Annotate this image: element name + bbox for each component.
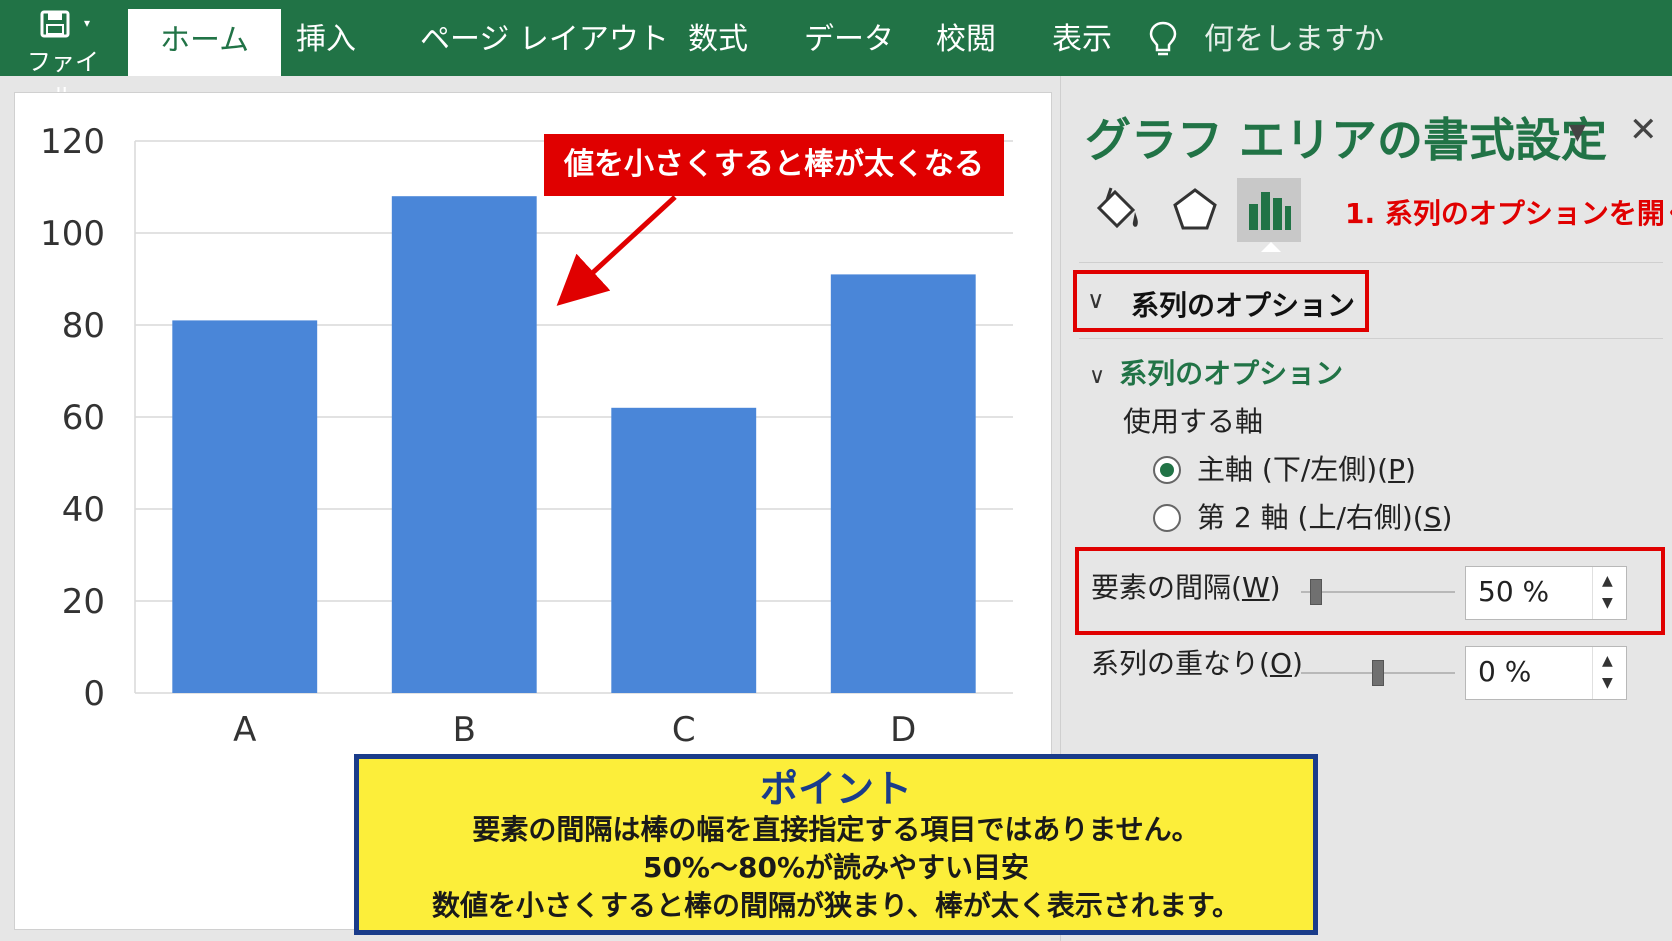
series-options-section-header[interactable]: ∨ 系列のオプション	[1073, 270, 1369, 332]
spin-up-icon[interactable]: ▲	[1602, 573, 1613, 589]
tab-formulas[interactable]: 数式	[688, 0, 748, 76]
gap-width-value[interactable]: 50 %	[1478, 575, 1549, 608]
overlap-value[interactable]: 0 %	[1478, 655, 1531, 688]
ribbon: ▾ ファイル ホーム 挿入 ページ レイアウト 数式 データ 校閲 表示 何をし…	[0, 0, 1672, 111]
bar	[611, 407, 757, 693]
bar	[391, 196, 537, 693]
bar	[830, 274, 976, 693]
pane-title: グラフ エリアの書式設定	[1085, 113, 1608, 167]
tab-review[interactable]: 校閲	[936, 0, 996, 76]
series-options-subsection[interactable]: ∨ 系列のオプション	[1089, 352, 1343, 392]
tab-page-layout[interactable]: ページ レイアウト	[420, 0, 669, 76]
bar	[172, 320, 318, 693]
overlap-spinner[interactable]: 0 % ▲ ▼	[1465, 646, 1627, 700]
spin-down-icon[interactable]: ▼	[1602, 595, 1613, 611]
point-line-1: 要素の間隔は棒の幅を直接指定する項目ではありません。	[472, 813, 1200, 846]
y-tick-label: 80	[62, 306, 105, 346]
pentagon-icon	[1173, 188, 1217, 230]
overlap-label: 系列の重なり(O)	[1091, 647, 1303, 680]
point-line-3: 数値を小さくすると棒の間隔が狭まり、棒が太く表示されます。	[431, 889, 1241, 922]
y-tick-label: 60	[62, 398, 105, 438]
gap-width-spinner[interactable]: 50 % ▲ ▼	[1465, 566, 1627, 620]
tab-view[interactable]: 表示	[1052, 0, 1112, 76]
subsection-label: 系列のオプション	[1119, 357, 1344, 390]
file-button[interactable]: ▾ ファイル	[18, 8, 108, 111]
selected-tab-indicator	[1261, 242, 1281, 252]
effects-tab[interactable]	[1163, 178, 1227, 242]
chevron-down-icon: ∨	[1089, 364, 1106, 389]
x-tick-label: A	[233, 710, 256, 750]
save-icon	[40, 10, 70, 38]
bar-chart-icon	[1249, 192, 1291, 230]
section-header-label: 系列のオプション	[1131, 289, 1356, 322]
divider	[1079, 262, 1663, 263]
pane-options-dropdown[interactable]: ▼	[1569, 120, 1586, 145]
radio-selected[interactable]	[1153, 456, 1181, 484]
spin-up-icon[interactable]: ▲	[1602, 653, 1613, 669]
x-tick-label: C	[672, 710, 696, 750]
chevron-down-icon: ▾	[84, 16, 91, 30]
x-tick-label: B	[453, 710, 476, 750]
y-tick-label: 20	[62, 582, 105, 622]
callout-annotation: 値を小さくすると棒が太くなる	[544, 134, 1004, 196]
step-note: 1. 系列のオプションを開く	[1345, 197, 1672, 230]
fill-line-tab[interactable]	[1085, 178, 1149, 242]
x-tick-label: D	[890, 710, 916, 750]
y-tick-label: 120	[40, 122, 105, 162]
point-line-2: 50%～80%が読みやすい目安	[642, 851, 1030, 884]
axis-label: 使用する軸	[1123, 405, 1264, 438]
y-tick-label: 40	[62, 490, 105, 530]
paint-bucket-icon	[1096, 187, 1138, 229]
tab-home[interactable]: ホーム	[128, 9, 282, 76]
point-title: ポイント	[759, 767, 912, 811]
tab-insert[interactable]: 挿入	[296, 0, 356, 76]
lightbulb-icon	[1149, 21, 1177, 56]
spin-down-icon[interactable]: ▼	[1602, 675, 1613, 691]
gap-width-slider-thumb[interactable]	[1310, 579, 1323, 605]
series-options-tab[interactable]	[1237, 178, 1301, 242]
point-note-box: ポイント 要素の間隔は棒の幅を直接指定する項目ではありません。 50%～80%が…	[354, 754, 1318, 935]
tell-me-text: 何をしますか	[1204, 22, 1384, 57]
tell-me-search[interactable]: 何をしますか	[1149, 0, 1384, 76]
divider	[1079, 338, 1663, 339]
overlap-slider-thumb[interactable]	[1372, 660, 1384, 686]
gap-width-label: 要素の間隔(W)	[1091, 571, 1281, 604]
gap-width-slider-track[interactable]	[1301, 591, 1455, 593]
close-icon[interactable]: ✕	[1629, 110, 1658, 150]
radio-unselected[interactable]	[1153, 504, 1181, 532]
tab-data[interactable]: データ	[804, 0, 894, 76]
y-tick-label: 0	[83, 674, 105, 714]
primary-axis-radio[interactable]: 主軸 (下/左側)(P)	[1153, 448, 1416, 488]
y-tick-label: 100	[40, 214, 105, 254]
secondary-axis-radio[interactable]: 第 2 軸 (上/右側)(S)	[1153, 496, 1452, 536]
chevron-down-icon: ∨	[1087, 286, 1105, 314]
callout-arrow	[556, 195, 677, 306]
